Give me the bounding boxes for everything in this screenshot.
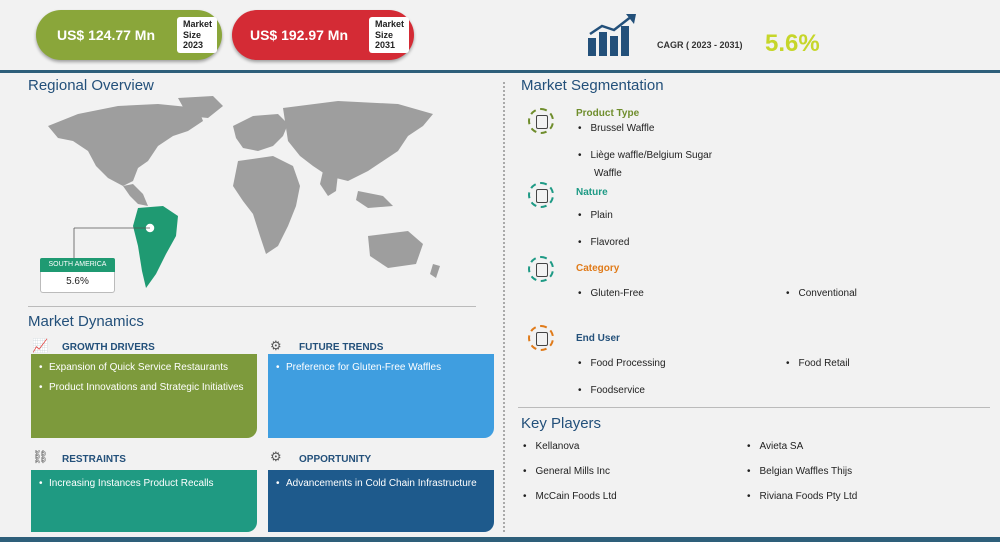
key-player-item: McCain Foods Ltd (523, 491, 617, 502)
key-player-item: Kellanova (523, 441, 580, 452)
label-line: Market (183, 19, 213, 29)
opportunity-item: Advancements in Cold Chain Infrastructur… (276, 478, 486, 490)
nature-icon (528, 182, 554, 208)
category-icon (528, 256, 554, 282)
key-player-item: Belgian Waffles Thijs (747, 466, 853, 477)
market-size-2031-label: Market Size 2031 (369, 17, 409, 53)
growth-drivers-title: GROWTH DRIVERS (62, 342, 155, 353)
nature-title: Nature (576, 187, 608, 198)
product-type-item: Liège waffle/Belgium Sugar (578, 150, 713, 161)
market-size-2023-value: US$ 124.77 Mn (56, 27, 156, 43)
region-name: SOUTH AMERICA (40, 258, 115, 272)
key-player-item: General Mills Inc (523, 466, 610, 477)
future-trend-item: Preference for Gluten-Free Waffles (276, 362, 486, 374)
key-player-item: Avieta SA (747, 441, 804, 452)
product-type-icon (528, 108, 554, 134)
end-user-item: Foodservice (578, 385, 645, 396)
footer-bar (0, 537, 1000, 542)
end-user-icon (528, 325, 554, 351)
category-item: Conventional (786, 288, 857, 299)
south-america-tag: SOUTH AMERICA 5.6% (40, 258, 115, 294)
product-type-title: Product Type (576, 108, 640, 119)
market-size-2023-label: Market Size 2023 (177, 17, 217, 53)
restraints-box: Increasing Instances Product Recalls (31, 470, 257, 532)
category-item: Gluten-Free (578, 288, 644, 299)
end-user-item: Food Retail (786, 358, 850, 369)
region-cagr: 5.6% (40, 272, 115, 293)
market-segmentation-title: Market Segmentation (521, 77, 664, 94)
growth-drivers-box: Expansion of Quick Service Restaurants P… (31, 354, 257, 438)
future-trends-title: FUTURE TRENDS (299, 342, 384, 353)
cagr-value: 5.6% (765, 30, 820, 57)
market-size-2031-value: US$ 192.97 Mn (249, 27, 349, 43)
growth-driver-item: Product Innovations and Strategic Initia… (39, 382, 249, 394)
market-dynamics-title: Market Dynamics (28, 313, 144, 330)
section-divider (28, 306, 476, 307)
restraints-title: RESTRAINTS (62, 454, 126, 465)
future-trends-box: Preference for Gluten-Free Waffles (268, 354, 494, 438)
market-size-2023-pill: US$ 124.77 Mn Market Size 2023 (36, 10, 222, 60)
column-divider (503, 82, 505, 532)
market-size-2031-pill: US$ 192.97 Mn Market Size 2031 (232, 10, 414, 60)
growth-drivers-icon: 📈 (32, 338, 49, 353)
restraint-item: Increasing Instances Product Recalls (39, 478, 249, 490)
header-divider (0, 70, 1000, 73)
restraints-icon: ⛓ (32, 449, 49, 464)
product-type-item-cont: Waffle (594, 168, 622, 179)
opportunity-box: Advancements in Cold Chain Infrastructur… (268, 470, 494, 532)
nature-item: Plain (578, 210, 613, 221)
category-title: Category (576, 263, 620, 274)
future-trends-icon: ⚙ (270, 338, 282, 353)
end-user-item: Food Processing (578, 358, 666, 369)
opportunity-icon: ⚙ (270, 449, 282, 464)
opportunity-title: OPPORTUNITY (299, 454, 372, 465)
label-line: Size (375, 29, 394, 40)
end-user-title: End User (576, 333, 620, 344)
key-player-item: Riviana Foods Pty Ltd (747, 491, 858, 502)
growth-chart-icon (588, 14, 636, 56)
south-america-region (133, 206, 178, 288)
label-line: Size (183, 29, 202, 40)
cagr-label: CAGR ( 2023 - 2031) (657, 40, 743, 50)
label-line: 2023 (183, 40, 204, 50)
growth-driver-item: Expansion of Quick Service Restaurants (39, 362, 249, 374)
label-line: 2031 (375, 40, 396, 50)
key-players-title: Key Players (521, 415, 602, 432)
label-line: Market (375, 19, 405, 29)
section-divider (518, 407, 990, 408)
product-type-item: Brussel Waffle (578, 123, 655, 134)
nature-item: Flavored (578, 237, 630, 248)
regional-overview-title: Regional Overview (28, 77, 154, 94)
